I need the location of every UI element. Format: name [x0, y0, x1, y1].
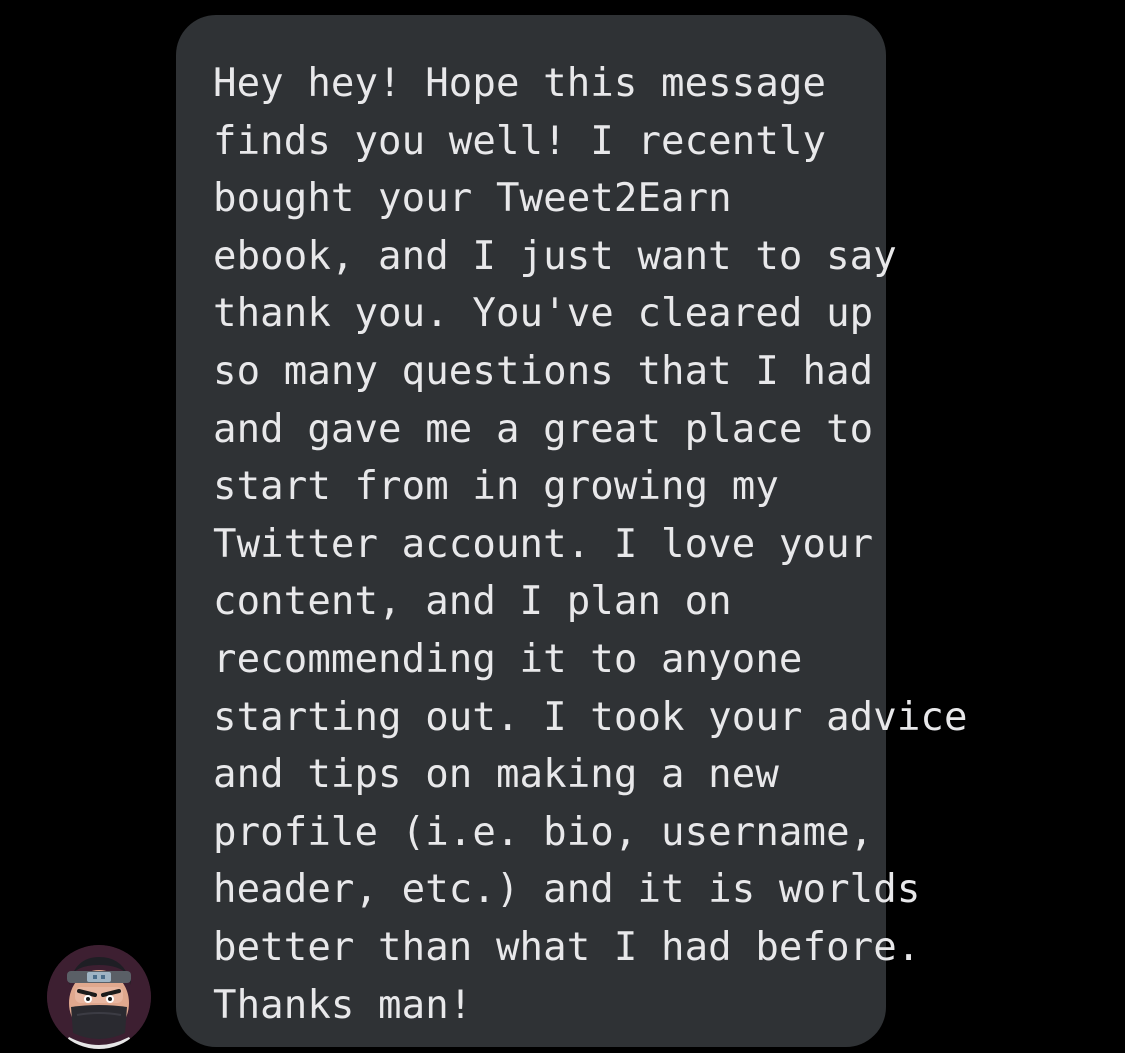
- message-line: bought your Tweet2Earn: [213, 176, 732, 222]
- message-line: thank you. You've cleared up: [213, 291, 874, 337]
- message-line: finds you well! I recently: [213, 118, 827, 164]
- message-line: ebook, and I just want to say: [213, 233, 897, 279]
- message-bubble[interactable]: Hey hey! Hope this message finds you wel…: [176, 15, 967, 1047]
- message-line: and tips on making a new: [213, 752, 779, 798]
- message-text: Hey hey! Hope this message finds you wel…: [213, 55, 967, 1034]
- message-line: Thanks man!: [213, 982, 473, 1028]
- ninja-avatar-icon: [47, 945, 151, 1049]
- message-line: better than what I had before.: [213, 924, 921, 970]
- sender-avatar[interactable]: [47, 945, 151, 1049]
- message-line: profile (i.e. bio, username,: [213, 809, 874, 855]
- message-line: content, and I plan on: [213, 579, 732, 625]
- message-line: header, etc.) and it is worlds: [213, 867, 921, 913]
- message-line: starting out. I took your advice: [213, 694, 968, 740]
- message-line: Twitter account. I love your: [213, 521, 874, 567]
- message-line: and gave me a great place to: [213, 406, 874, 452]
- message-line: Hey hey! Hope this message: [213, 61, 827, 106]
- message-thread: Hey hey! Hope this message finds you wel…: [0, 0, 1125, 1053]
- message-line: so many questions that I had: [213, 348, 874, 394]
- message-line: recommending it to anyone: [213, 636, 803, 682]
- message-line: start from in growing my: [213, 464, 779, 510]
